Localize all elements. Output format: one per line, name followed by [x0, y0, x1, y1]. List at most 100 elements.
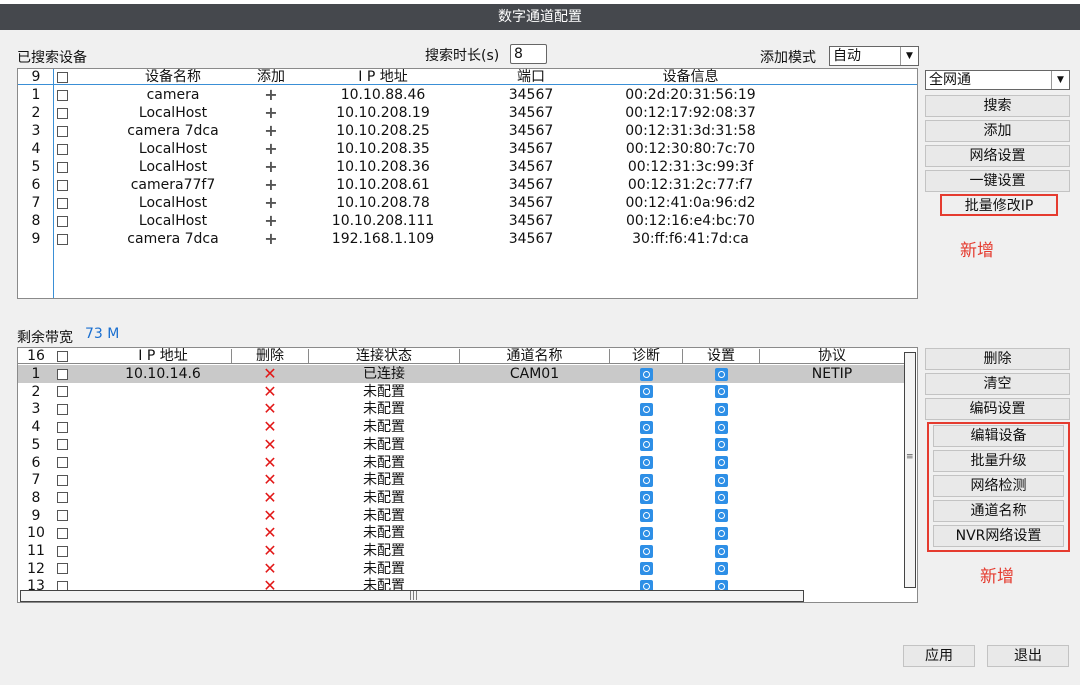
vertical-scrollbar[interactable]: ≡ [904, 352, 916, 588]
diagnose-icon[interactable] [610, 454, 682, 472]
settings-icon[interactable] [683, 542, 759, 560]
table-row[interactable]: 8 ✕ 未配置 [18, 488, 904, 507]
table-row[interactable]: 5 LocalHost +10.10.208.36 34567 00:12:31:3c:… [18, 158, 917, 176]
one-click-setup-button[interactable]: 一键设置 [925, 170, 1070, 192]
delete-x-icon[interactable]: ✕ [232, 506, 308, 525]
add-plus-icon[interactable]: + [243, 158, 299, 176]
diagnose-icon[interactable] [610, 365, 682, 383]
row-checkbox[interactable] [54, 365, 70, 383]
add-plus-icon[interactable]: + [243, 230, 299, 248]
encode-settings-button[interactable]: 编码设置 [925, 398, 1070, 420]
table-row[interactable]: 5 ✕ 未配置 [18, 435, 904, 454]
batch-modify-ip-button[interactable]: 批量修改IP [940, 194, 1058, 216]
table-row[interactable]: 11 ✕ 未配置 [18, 542, 904, 560]
delete-x-icon[interactable]: ✕ [232, 542, 308, 560]
row-checkbox[interactable] [54, 418, 70, 436]
settings-icon[interactable] [683, 560, 759, 578]
table-row[interactable]: 3 camera 7dca +10.10.208.25 34567 00:12:31:3… [18, 122, 917, 140]
table-row[interactable]: 1 camera +10.10.88.46 34567 00:2d:20:31:56:1… [18, 86, 917, 104]
row-checkbox[interactable] [54, 507, 70, 525]
table-row[interactable]: 12 ✕ 未配置 [18, 559, 904, 578]
delete-x-icon[interactable]: ✕ [232, 418, 308, 436]
delete-button[interactable]: 删除 [925, 348, 1070, 370]
batch-upgrade-button[interactable]: 批量升级 [933, 450, 1064, 472]
add-plus-icon[interactable]: + [243, 194, 299, 212]
add-plus-icon[interactable]: + [243, 86, 299, 104]
row-checkbox[interactable] [54, 230, 70, 248]
row-checkbox[interactable] [54, 104, 70, 122]
select-all-checkbox[interactable] [54, 69, 70, 85]
delete-x-icon[interactable]: ✕ [232, 471, 308, 489]
table-row[interactable]: 7 ✕ 未配置 [18, 471, 904, 489]
add-plus-icon[interactable]: + [243, 122, 299, 140]
delete-x-icon[interactable]: ✕ [232, 559, 308, 578]
settings-icon[interactable] [683, 383, 759, 401]
network-settings-button[interactable]: 网络设置 [925, 145, 1070, 167]
settings-icon[interactable] [683, 418, 759, 436]
channel-name-button[interactable]: 通道名称 [933, 500, 1064, 522]
delete-x-icon[interactable]: ✕ [232, 400, 308, 418]
diagnose-icon[interactable] [610, 560, 682, 578]
row-checkbox[interactable] [54, 212, 70, 230]
add-mode-select[interactable]: 自动 ▼ [829, 46, 919, 66]
table-row[interactable]: 8 LocalHost +10.10.208.111 34567 00:12:16:e4… [18, 212, 917, 230]
row-checkbox[interactable] [54, 560, 70, 578]
nvr-network-settings-button[interactable]: NVR网络设置 [933, 525, 1064, 547]
settings-icon[interactable] [683, 365, 759, 383]
row-checkbox[interactable] [54, 471, 70, 489]
row-checkbox[interactable] [54, 176, 70, 194]
delete-x-icon[interactable]: ✕ [232, 524, 308, 542]
row-checkbox[interactable] [54, 454, 70, 472]
table-row[interactable]: 7 LocalHost +10.10.208.78 34567 00:12:41:0a:… [18, 194, 917, 212]
network-type-select[interactable]: 全网通 ▼ [925, 70, 1070, 90]
table-row[interactable]: 6 camera77f7 +10.10.208.61 34567 00:12:31:2c… [18, 176, 917, 194]
horizontal-scrollbar[interactable]: ||| [20, 590, 804, 602]
delete-x-icon[interactable]: ✕ [232, 488, 308, 507]
table-row[interactable]: 10 ✕ 未配置 [18, 524, 904, 542]
table-row[interactable]: 4 LocalHost +10.10.208.35 34567 00:12:30:80:… [18, 140, 917, 158]
add-plus-icon[interactable]: + [243, 176, 299, 194]
table-row[interactable]: 9 camera 7dca +192.168.1.109 34567 30:ff:f6:… [18, 230, 917, 248]
settings-icon[interactable] [683, 507, 759, 525]
clear-button[interactable]: 清空 [925, 373, 1070, 395]
delete-x-icon[interactable]: ✕ [232, 382, 308, 401]
diagnose-icon[interactable] [610, 489, 682, 507]
network-test-button[interactable]: 网络检测 [933, 475, 1064, 497]
settings-icon[interactable] [683, 436, 759, 454]
row-checkbox[interactable] [54, 489, 70, 507]
table-row[interactable]: 2 LocalHost +10.10.208.19 34567 00:12:17:92:… [18, 104, 917, 122]
row-checkbox[interactable] [54, 158, 70, 176]
select-all-checkbox[interactable] [54, 348, 70, 364]
diagnose-icon[interactable] [610, 507, 682, 525]
table-row[interactable]: 9 ✕ 未配置 [18, 506, 904, 525]
table-row[interactable]: 6 ✕ 未配置 [18, 453, 904, 472]
row-checkbox[interactable] [54, 400, 70, 418]
add-plus-icon[interactable]: + [243, 212, 299, 230]
row-checkbox[interactable] [54, 436, 70, 454]
row-checkbox[interactable] [54, 122, 70, 140]
table-row[interactable]: 1 10.10.14.6 ✕ 已连接 CAM01 NETIP [18, 365, 904, 383]
search-duration-input[interactable]: 8 [510, 44, 547, 64]
delete-x-icon[interactable]: ✕ [232, 365, 308, 383]
exit-button[interactable]: 退出 [987, 645, 1069, 667]
add-plus-icon[interactable]: + [243, 104, 299, 122]
row-checkbox[interactable] [54, 383, 70, 401]
table-row[interactable]: 4 ✕ 未配置 [18, 418, 904, 436]
settings-icon[interactable] [683, 489, 759, 507]
edit-device-button[interactable]: 编辑设备 [933, 425, 1064, 447]
table-row[interactable]: 2 ✕ 未配置 [18, 382, 904, 401]
row-checkbox[interactable] [54, 524, 70, 542]
diagnose-icon[interactable] [610, 383, 682, 401]
settings-icon[interactable] [683, 454, 759, 472]
delete-x-icon[interactable]: ✕ [232, 435, 308, 454]
diagnose-icon[interactable] [610, 400, 682, 418]
diagnose-icon[interactable] [610, 436, 682, 454]
settings-icon[interactable] [683, 400, 759, 418]
row-checkbox[interactable] [54, 140, 70, 158]
settings-icon[interactable] [683, 471, 759, 489]
add-button[interactable]: 添加 [925, 120, 1070, 142]
add-plus-icon[interactable]: + [243, 140, 299, 158]
diagnose-icon[interactable] [610, 471, 682, 489]
apply-button[interactable]: 应用 [903, 645, 975, 667]
table-row[interactable]: 3 ✕ 未配置 [18, 400, 904, 418]
